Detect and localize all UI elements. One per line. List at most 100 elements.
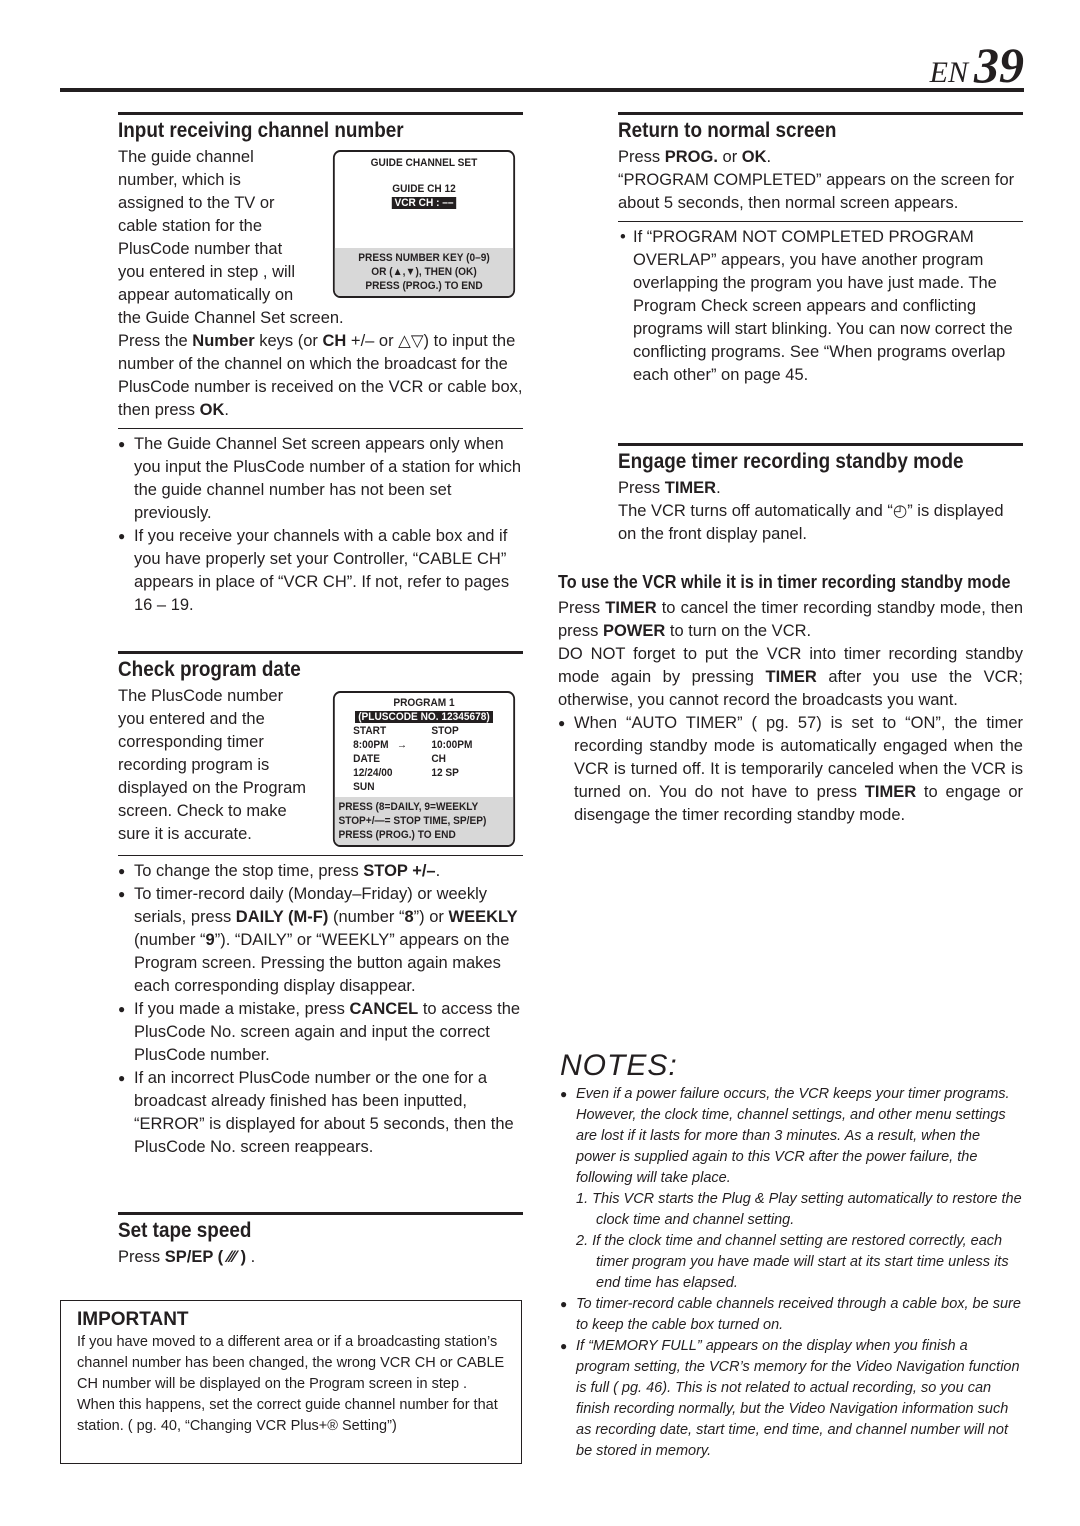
section-heading: Return to normal screen [618, 112, 1023, 142]
notes-title: NOTES: [560, 1049, 678, 1082]
bullet-item: When “AUTO TIMER” ( pg. 57) is set to “O… [558, 712, 1023, 827]
text-run: . [435, 862, 441, 880]
important-text: If you have moved to a different area or… [77, 1332, 505, 1437]
instruction-text: Press the Number keys (or CH +/– or △▽) … [118, 330, 523, 422]
note-item: To timer-record cable channels received … [560, 1294, 1022, 1336]
text-run: Press [558, 599, 606, 617]
day-value: SUN [353, 781, 375, 793]
bullet-item: If you made a mistake, press CANCEL to a… [118, 998, 523, 1067]
screen-title: GUIDE CHANNEL SET [370, 157, 478, 169]
bold-key-text: TIMER [864, 783, 917, 801]
text-run: Press the [118, 332, 193, 350]
text-run: keys (or [254, 332, 323, 350]
section-use-vcr: To use the VCR while it is in timer reco… [558, 568, 1023, 827]
ch-value: 12 SP [431, 767, 459, 779]
bold-key-text: DAILY (M-F) [235, 908, 329, 926]
text-run: The guide channel number, which is assig… [118, 148, 344, 327]
note-subitem: 1. This VCR starts the Plug & Play setti… [576, 1191, 1022, 1228]
text-run: If you have moved to a different area or… [77, 1334, 505, 1434]
pluscode-field: (PLUSCODE NO. 12345678) [355, 711, 493, 723]
divider [618, 221, 1023, 222]
text-run: . [224, 401, 229, 419]
screen-footer-line: OR (▲,▼), THEN (OK) [371, 266, 477, 278]
bullet-item: To change the stop time, press STOP +/–. [118, 860, 523, 883]
body-text: “PROGRAM COMPLETED” appears on the scree… [618, 169, 1023, 215]
text-run: Press [118, 1248, 165, 1266]
header-rule [60, 88, 1024, 92]
section-heading: Check program date [118, 651, 523, 681]
bullet-item: The Guide Channel Set screen appears onl… [118, 433, 523, 525]
text-run: The VCR turns off automatically and “◴” … [618, 502, 1004, 543]
bold-key-text: STOP +/– [363, 862, 436, 880]
bold-key-text: Number [192, 332, 255, 350]
body-text: The VCR turns off automatically and “◴” … [618, 500, 1023, 546]
important-box: IMPORTANT If you have moved to a differe… [60, 1300, 522, 1464]
guide-ch-label: GUIDE CH [392, 183, 442, 195]
bold-key-text: 8 [404, 908, 414, 926]
section-heading: Set tape speed [118, 1212, 523, 1242]
bold-key-text: OK [741, 148, 767, 166]
bold-key-text: 9 [205, 931, 215, 949]
instruction-text: Press TIMER. [618, 477, 1023, 500]
start-label: START [353, 725, 387, 737]
stop-time: 10:00PM [431, 739, 473, 751]
text-run: If you receive your channels with a cabl… [134, 527, 510, 614]
bold-key-text: WEEKLY [448, 908, 518, 926]
screen-footer-line: PRESS (PROG.) TO END [338, 829, 456, 841]
page-number: EN 39 [930, 36, 1024, 94]
screen-footer-line: PRESS (PROG.) TO END [365, 280, 483, 292]
manual-page: EN 39 Input receiving channel number GUID… [0, 0, 1080, 1526]
section-check-date: Check program date PROGRAM 1 (PLUSCODE N… [118, 651, 523, 1159]
text-run: If “PROGRAM NOT COMPLETED PROGRAM OVERLA… [633, 228, 1013, 384]
body-text: Press TIMER to cancel the timer recordin… [558, 597, 1023, 643]
bullet-item: To timer-record daily (Monday–Friday) or… [118, 883, 523, 998]
vcr-ch-field: VCR CH : –– [391, 197, 457, 209]
text-run: (number “ [328, 908, 405, 926]
section-normal-screen: Return to normal screen Press PROG. or O… [618, 112, 1023, 387]
note-subitem: 2. If the clock time and channel setting… [576, 1233, 1009, 1291]
note-item: Even if a power failure occurs, the VCR … [560, 1084, 1022, 1189]
bullet-item: If “PROGRAM NOT COMPLETED PROGRAM OVERLA… [618, 226, 1023, 387]
bold-key-text: SP/EP ( ⁄⁄⁄ ) [164, 1248, 247, 1266]
text-run: . [766, 148, 772, 166]
notes-section: NOTES: Even if a power failure occurs, t… [560, 1049, 1022, 1462]
ch-label: CH [431, 753, 446, 765]
text-run: . [716, 479, 721, 497]
section-heading: Engage timer recording standby mode [618, 443, 1023, 473]
instruction-text: Press SP/EP ( ⁄⁄⁄ ) . [118, 1246, 523, 1269]
bullet-item: If an incorrect PlusCode number or the o… [118, 1067, 523, 1159]
screen-footer-line: PRESS (8=DAILY, 9=WEEKLY [338, 801, 479, 813]
arrow-icon: → [397, 739, 408, 751]
text-run: The PlusCode number you entered and the … [118, 687, 307, 843]
text-run: If you made a mistake, press [134, 1000, 350, 1018]
text-run: If an incorrect PlusCode number or the o… [134, 1069, 514, 1156]
text-run: The Guide Channel Set screen appears onl… [134, 435, 522, 522]
bold-key-text: TIMER [765, 668, 817, 686]
text-run: Press [618, 479, 665, 497]
text-run: to turn on the VCR. [665, 622, 812, 640]
divider [118, 428, 523, 429]
screen-footer-line: STOP+/—= STOP TIME, SP/EP) [338, 815, 487, 827]
stop-label: STOP [431, 725, 459, 737]
start-time: 8:00PM [353, 739, 389, 751]
bold-key-text: TIMER [605, 599, 657, 617]
important-title: IMPORTANT [77, 1309, 189, 1330]
section-input-channel: Input receiving channel number GUIDE CHA… [118, 112, 523, 617]
section-tape-speed: Set tape speed Press SP/EP ( ⁄⁄⁄ ) . [118, 1212, 523, 1269]
bold-key-text: CH [322, 332, 347, 350]
section-standby: Engage timer recording standby mode Pres… [618, 443, 1023, 546]
note-item: If “MEMORY FULL” appears on the display … [560, 1336, 1022, 1462]
bold-key-text: OK [199, 401, 225, 419]
text-run: or [717, 148, 742, 166]
screen-footer-line: PRESS NUMBER KEY (0–9) [358, 252, 490, 264]
section-heading: Input receiving channel number [118, 112, 523, 142]
screen-title: PROGRAM 1 [393, 697, 455, 709]
guide-ch-value: 12 [444, 183, 456, 195]
subsection-heading: To use the VCR while it is in timer reco… [558, 572, 1011, 592]
date-value: 12/24/00 [353, 767, 393, 779]
text-run: ”) or [413, 908, 449, 926]
bold-key-text: PROG. [664, 148, 718, 166]
bold-key-text: TIMER [664, 479, 717, 497]
body-text: DO NOT forget to put the VCR into timer … [558, 643, 1023, 712]
bullet-item: If you receive your channels with a cabl… [118, 525, 523, 617]
